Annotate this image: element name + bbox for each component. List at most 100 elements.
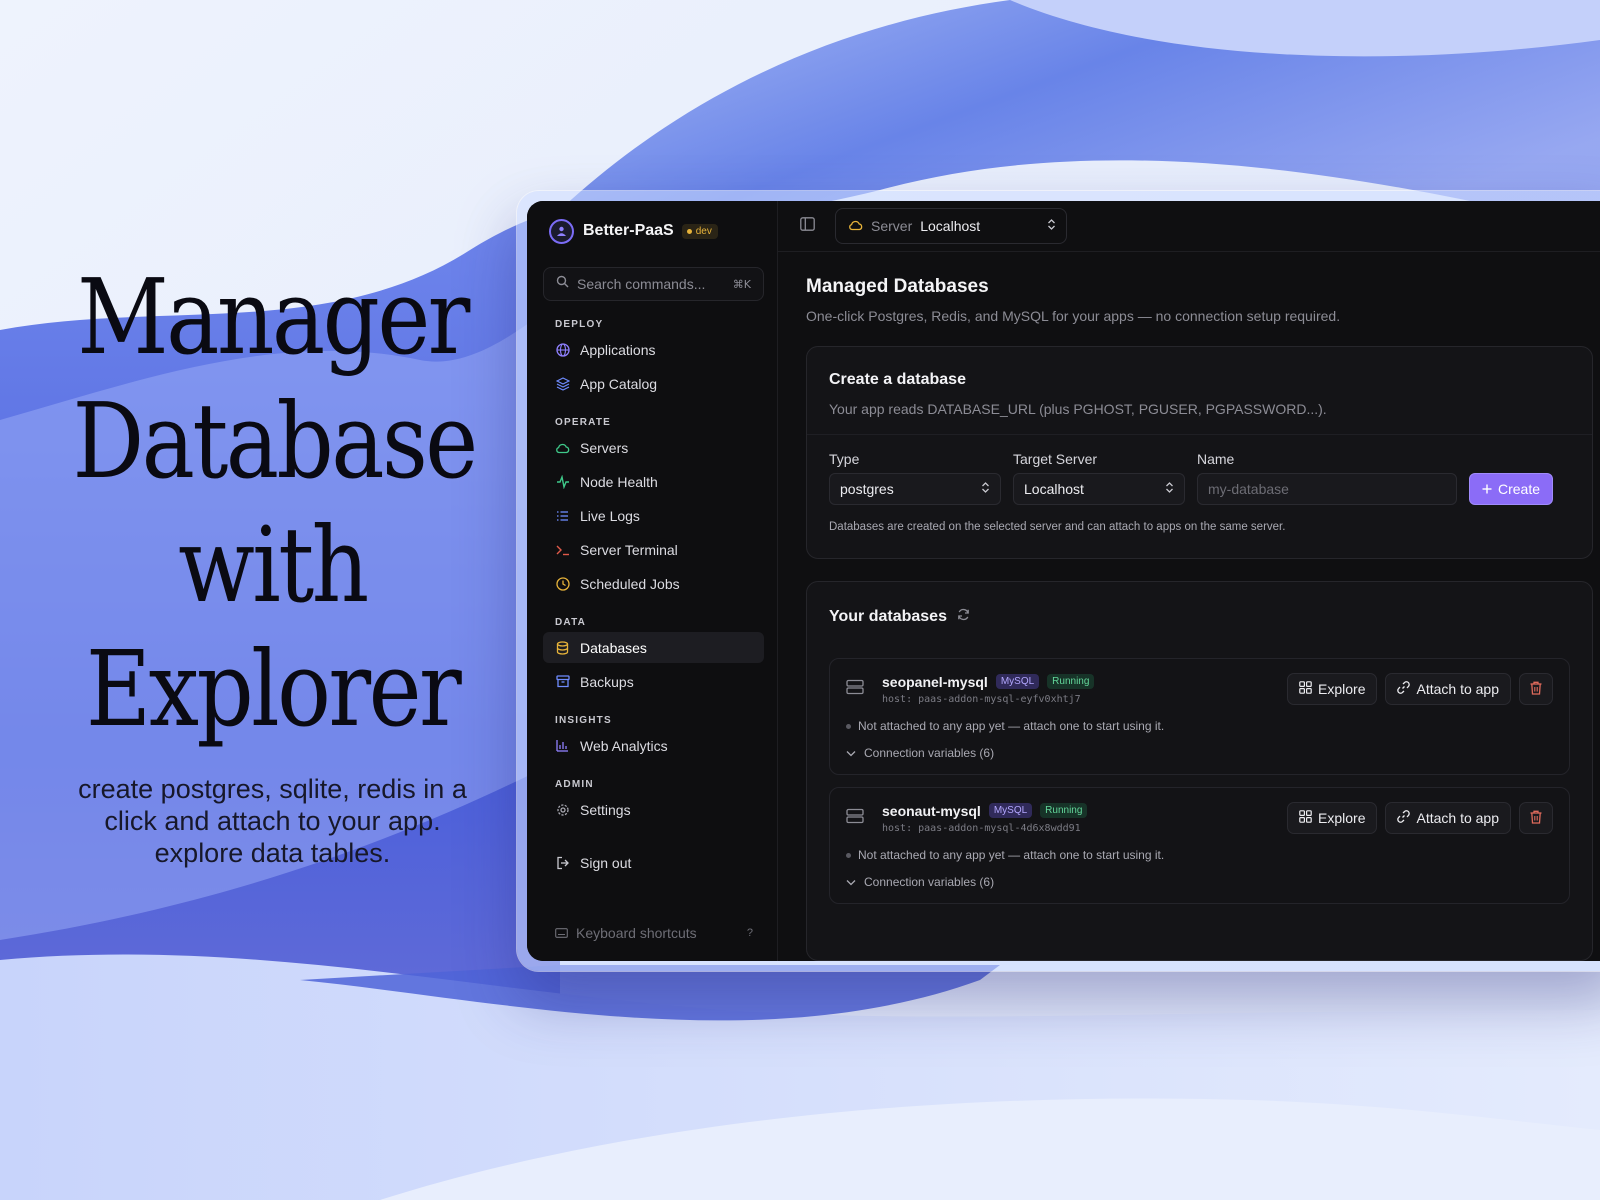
- create-form-note: Databases are created on the selected se…: [829, 521, 1286, 533]
- search-shortcut: ⌘K: [732, 277, 751, 291]
- server-select-value: Localhost: [920, 218, 981, 234]
- database-name: seonaut-mysql: [882, 802, 981, 819]
- link-icon: [1397, 681, 1411, 697]
- create-button[interactable]: Create: [1469, 473, 1553, 505]
- name-field: Name my-database: [1197, 451, 1457, 505]
- sidebar-item-databases[interactable]: Databases: [543, 632, 764, 663]
- attach-to-app-button[interactable]: Attach to app: [1385, 673, 1511, 705]
- database-name: seopanel-mysql: [882, 673, 988, 690]
- sidebar-item-label: Server Terminal: [580, 541, 678, 558]
- sidebar-item-node-health[interactable]: Node Health: [543, 466, 764, 497]
- search-placeholder: Search commands...: [577, 276, 706, 292]
- clock-icon: [555, 576, 570, 591]
- trash-icon: [1530, 681, 1542, 698]
- explore-label: Explore: [1318, 810, 1366, 826]
- grid-icon: [1299, 810, 1312, 826]
- attach-to-app-button[interactable]: Attach to app: [1385, 802, 1511, 834]
- chevron-down-icon: [846, 875, 856, 889]
- content: Managed Databases One-click Postgres, Re…: [778, 252, 1600, 961]
- sidebar-item-settings[interactable]: Settings: [543, 794, 764, 825]
- sidebar-item-label: Web Analytics: [580, 737, 668, 754]
- section-label-insights: INSIGHTS: [555, 715, 612, 726]
- server-rack-icon: [846, 679, 866, 699]
- engine-badge: MySQL: [995, 674, 1040, 689]
- gear-icon: [555, 802, 570, 817]
- link-icon: [1397, 810, 1411, 826]
- attach-label: Attach to app: [1416, 810, 1499, 826]
- brand[interactable]: Better-PaaS dev: [543, 215, 764, 247]
- command-search[interactable]: Search commands... ⌘K: [543, 267, 764, 301]
- sidebar-item-backups[interactable]: Backups: [543, 666, 764, 697]
- explore-button[interactable]: Explore: [1287, 673, 1378, 705]
- type-field: Type postgres: [829, 451, 1001, 505]
- database-item: seonaut-mysql MySQL Running host: paas-a…: [829, 787, 1570, 904]
- database-info: seopanel-mysql MySQL Running host: paas-…: [882, 673, 1095, 705]
- hero: Manager Database with Explorer create po…: [40, 255, 505, 869]
- sidebar-item-web-analytics[interactable]: Web Analytics: [543, 730, 764, 761]
- database-host: host: paas-addon-mysql-eyfv0xhtj7: [882, 693, 1081, 705]
- sidebar-toggle-icon[interactable]: [800, 216, 815, 236]
- database-icon: [555, 640, 570, 655]
- server-select[interactable]: Server Localhost: [835, 208, 1067, 244]
- delete-button[interactable]: [1519, 673, 1553, 705]
- create-card-header: Create a database Your app reads DATABAS…: [807, 347, 1592, 435]
- explore-button[interactable]: Explore: [1287, 802, 1378, 834]
- connection-variables-toggle[interactable]: Connection variables (6): [846, 746, 1553, 760]
- sidebar-item-server-terminal[interactable]: Server Terminal: [543, 534, 764, 565]
- databases-title: Your databases: [829, 608, 947, 625]
- bar-chart-icon: [555, 738, 570, 753]
- type-select[interactable]: postgres: [829, 473, 1001, 505]
- page-title: Managed Databases: [806, 276, 989, 297]
- hero-title-line: Explorer: [85, 628, 462, 750]
- database-item-header: seopanel-mysql MySQL Running host: paas-…: [846, 659, 1553, 719]
- hero-title-line: Database: [72, 380, 479, 502]
- section-label-operate: OPERATE: [555, 417, 611, 428]
- server-select-label: Server: [871, 218, 913, 234]
- create-card-description: Your app reads DATABASE_URL (plus PGHOST…: [829, 401, 1327, 417]
- target-server-select[interactable]: Localhost: [1013, 473, 1185, 505]
- trash-icon: [1530, 810, 1542, 827]
- database-name-row: seonaut-mysql MySQL Running: [882, 802, 1088, 819]
- name-input[interactable]: my-database: [1197, 473, 1457, 505]
- search-icon: [556, 275, 569, 293]
- sidebar-item-label: Scheduled Jobs: [580, 575, 680, 592]
- app-window: Better-PaaS dev Search commands... ⌘K DE…: [527, 201, 1600, 961]
- keyboard-shortcuts-button[interactable]: Keyboard shortcuts ?: [555, 925, 753, 941]
- section-label-admin: ADMIN: [555, 779, 594, 790]
- section-label-data: DATA: [555, 617, 587, 628]
- database-host: host: paas-addon-mysql-4d6x8wdd91: [882, 822, 1081, 834]
- chevron-updown-icon: [1165, 481, 1174, 497]
- hero-title-line: with: [178, 504, 369, 626]
- cloud-icon: [555, 440, 570, 455]
- refresh-icon[interactable]: [957, 608, 970, 626]
- delete-button[interactable]: [1519, 802, 1553, 834]
- sidebar-item-label: Backups: [580, 673, 634, 690]
- database-info: seonaut-mysql MySQL Running host: paas-a…: [882, 802, 1088, 834]
- name-label: Name: [1197, 451, 1235, 467]
- archive-icon: [555, 674, 570, 689]
- status-badge: Running: [1040, 803, 1088, 818]
- create-form: Type postgres Target Server Localhost Na…: [807, 435, 1592, 505]
- sign-out-label: Sign out: [580, 854, 632, 871]
- sign-out-button[interactable]: Sign out: [543, 847, 764, 878]
- hero-subtitle: create postgres, sqlite, redis in a clic…: [78, 774, 467, 868]
- terminal-icon: [555, 542, 570, 557]
- logo-icon: [549, 218, 574, 244]
- connection-variables-label: Connection variables (6): [864, 875, 995, 889]
- sidebar-item-applications[interactable]: Applications: [543, 334, 764, 365]
- sidebar-item-scheduled-jobs[interactable]: Scheduled Jobs: [543, 568, 764, 599]
- plus-icon: [1482, 481, 1492, 497]
- keyboard-shortcuts-label: Keyboard shortcuts: [576, 925, 697, 941]
- list-icon: [555, 508, 570, 523]
- type-select-value: postgres: [840, 481, 894, 497]
- sidebar-item-label: Databases: [580, 639, 647, 656]
- sidebar-item-servers[interactable]: Servers: [543, 432, 764, 463]
- main-panel: Server Localhost Managed Databases One-c…: [778, 201, 1600, 961]
- chevron-down-icon: [846, 746, 856, 760]
- explore-label: Explore: [1318, 681, 1366, 697]
- connection-variables-toggle[interactable]: Connection variables (6): [846, 875, 1553, 889]
- chevron-updown-icon: [981, 481, 990, 497]
- sidebar-item-app-catalog[interactable]: App Catalog: [543, 368, 764, 399]
- target-server-field: Target Server Localhost: [1013, 451, 1185, 505]
- sidebar-item-live-logs[interactable]: Live Logs: [543, 500, 764, 531]
